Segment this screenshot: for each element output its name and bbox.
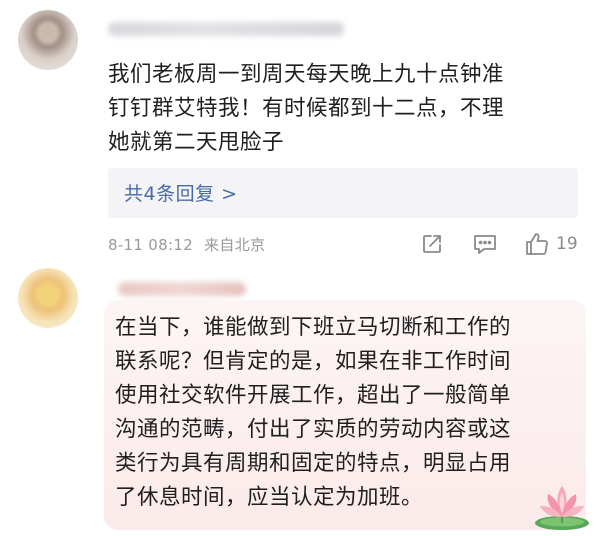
like-button[interactable]: 19: [524, 230, 578, 258]
replies-button[interactable]: 共4条回复 >: [108, 168, 578, 218]
comment-meta: 8-11 08:12 来自北京: [108, 234, 265, 255]
username-blurred[interactable]: [118, 282, 246, 296]
like-count: 19: [556, 234, 578, 254]
avatar[interactable]: [18, 10, 78, 70]
comment-icon: [472, 232, 498, 256]
thumbs-up-icon: [524, 231, 550, 257]
comment-text: 我们老板周一到周天每天晚上九十点钟准 钉钉群艾特我！有时候都到十二点，不理 她就…: [108, 62, 505, 155]
lotus-icon: [532, 480, 592, 532]
share-icon: [420, 232, 444, 256]
avatar[interactable]: [18, 268, 78, 328]
comment-button[interactable]: [472, 230, 498, 258]
share-button[interactable]: [420, 230, 444, 258]
replies-label[interactable]: 共4条回复 >: [124, 179, 238, 206]
username-blurred[interactable]: [108, 22, 344, 36]
comment-time: 8-11 08:12: [108, 236, 194, 254]
comment-text: 在当下，谁能做到下班立马切断和工作的 联系呢？但肯定的是，如果在非工作时间 使用…: [115, 315, 512, 510]
comment-location: 来自北京: [204, 236, 266, 254]
